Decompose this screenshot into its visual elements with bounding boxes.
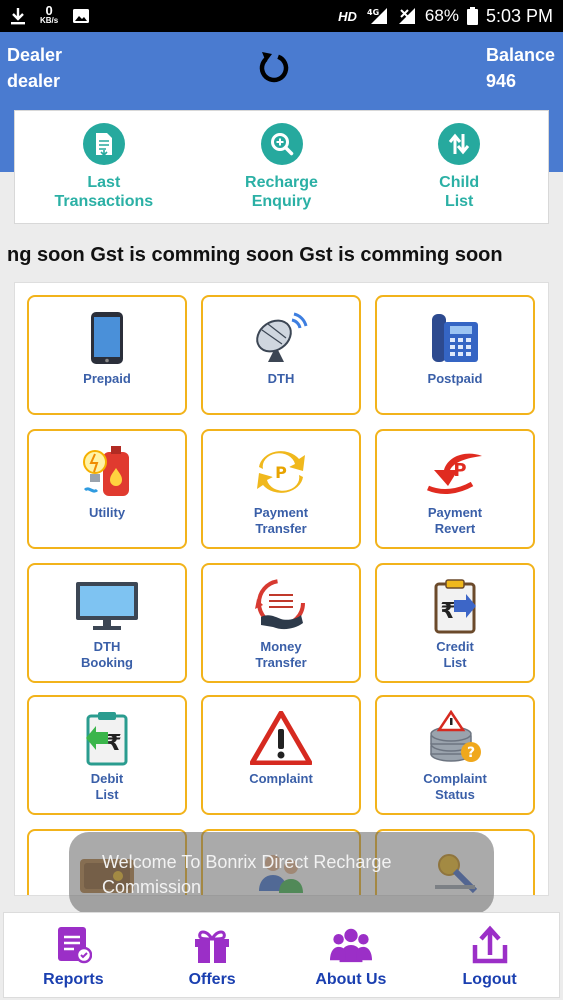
money-transfer-tile[interactable]: Money Transfer [201, 563, 361, 683]
svg-text:P: P [275, 463, 287, 482]
svg-text:4G: 4G [367, 8, 379, 17]
quick-label: Child List [439, 174, 480, 210]
balance-label: Balance [486, 45, 556, 65]
about-us-button[interactable]: About Us [282, 913, 421, 997]
quick-label: Last Transactions [54, 174, 154, 210]
money-transfer-icon [255, 579, 305, 630]
monitor-icon [76, 582, 138, 630]
svg-text:?: ? [467, 745, 475, 761]
mobile-phone-icon [91, 312, 123, 364]
utility-icon [83, 446, 129, 496]
battery-percent: 68% [424, 6, 459, 25]
reports-button[interactable]: Reports [4, 913, 143, 997]
balance-value: 946 [486, 71, 517, 91]
desk-phone-icon [432, 314, 478, 362]
gift-icon [195, 930, 230, 963]
logout-button[interactable]: Logout [420, 913, 559, 997]
up-down-arrows-icon [438, 123, 481, 165]
group-icon [329, 928, 372, 963]
payment-revert-icon: P [427, 453, 482, 494]
reports-icon [58, 927, 93, 964]
download-icon [11, 8, 25, 25]
signal-icon: 4G [367, 8, 387, 24]
warning-icon [250, 711, 312, 765]
credit-list-tile[interactable]: ₹ Credit List [375, 563, 535, 683]
network-type: HD [338, 8, 357, 24]
svg-text:₹: ₹ [106, 731, 121, 756]
clock: 5:03 PM [485, 5, 553, 26]
debit-list-tile[interactable]: ₹ Debit List [27, 695, 187, 815]
utility-tile[interactable]: Utility [27, 429, 187, 549]
payment-revert-tile[interactable]: P Payment Revert [375, 429, 535, 549]
complaint-tile[interactable]: Complaint [201, 695, 361, 815]
user-role: Dealer [7, 45, 63, 65]
magnifier-icon [260, 123, 303, 165]
postpaid-tile[interactable]: Postpaid [375, 295, 535, 415]
recharge-enquiry-button[interactable]: Recharge Enquiry [193, 111, 371, 223]
last-transactions-button[interactable]: Last Transactions [15, 111, 193, 223]
balance-info: Balance 946 [486, 42, 556, 94]
svg-text:P: P [453, 460, 466, 481]
offers-button[interactable]: Offers [143, 913, 282, 997]
download-speed: 0 KB/s [40, 3, 59, 25]
prepaid-tile[interactable]: Prepaid [27, 295, 187, 415]
complaint-status-tile[interactable]: ? Complaint Status [375, 695, 535, 815]
welcome-toast: Welcome To Bonrix Direct Recharge Commis… [69, 832, 494, 914]
image-icon [73, 9, 90, 23]
dth-booking-tile[interactable]: DTH Booking [27, 563, 187, 683]
document-icon [82, 123, 125, 165]
satellite-dish-icon [256, 312, 308, 362]
user-info: Dealer dealer [7, 42, 62, 94]
payment-transfer-tile[interactable]: P Payment Transfer [201, 429, 361, 549]
battery-icon [466, 7, 478, 25]
bottom-navigation: Reports Offers About Us Logout [3, 912, 560, 998]
username: dealer [7, 71, 61, 91]
status-bar: 0 KB/s HD 4G 68% 5:03 PM [0, 0, 563, 32]
child-list-button[interactable]: Child List [370, 111, 548, 223]
logout-icon [472, 925, 507, 964]
refresh-icon[interactable] [256, 48, 292, 84]
dth-tile[interactable]: DTH [201, 295, 361, 415]
signal-icon-2 [398, 8, 415, 24]
credit-list-icon: ₹ [434, 579, 476, 634]
quick-actions-card: Last Transactions Recharge Enquiry Child Li… [14, 110, 549, 224]
debit-list-icon: ₹ [86, 712, 128, 766]
services-grid: Prepaid DTH Postpaid Utility P Payment Tr… [14, 282, 549, 896]
payment-transfer-icon: P [257, 451, 305, 493]
database-warning-icon: ? [430, 710, 481, 762]
quick-label: Recharge Enquiry [245, 174, 318, 210]
announcement-marquee: ng soon Gst is comming soon Gst is commi… [7, 244, 503, 266]
svg-text:₹: ₹ [440, 599, 455, 624]
